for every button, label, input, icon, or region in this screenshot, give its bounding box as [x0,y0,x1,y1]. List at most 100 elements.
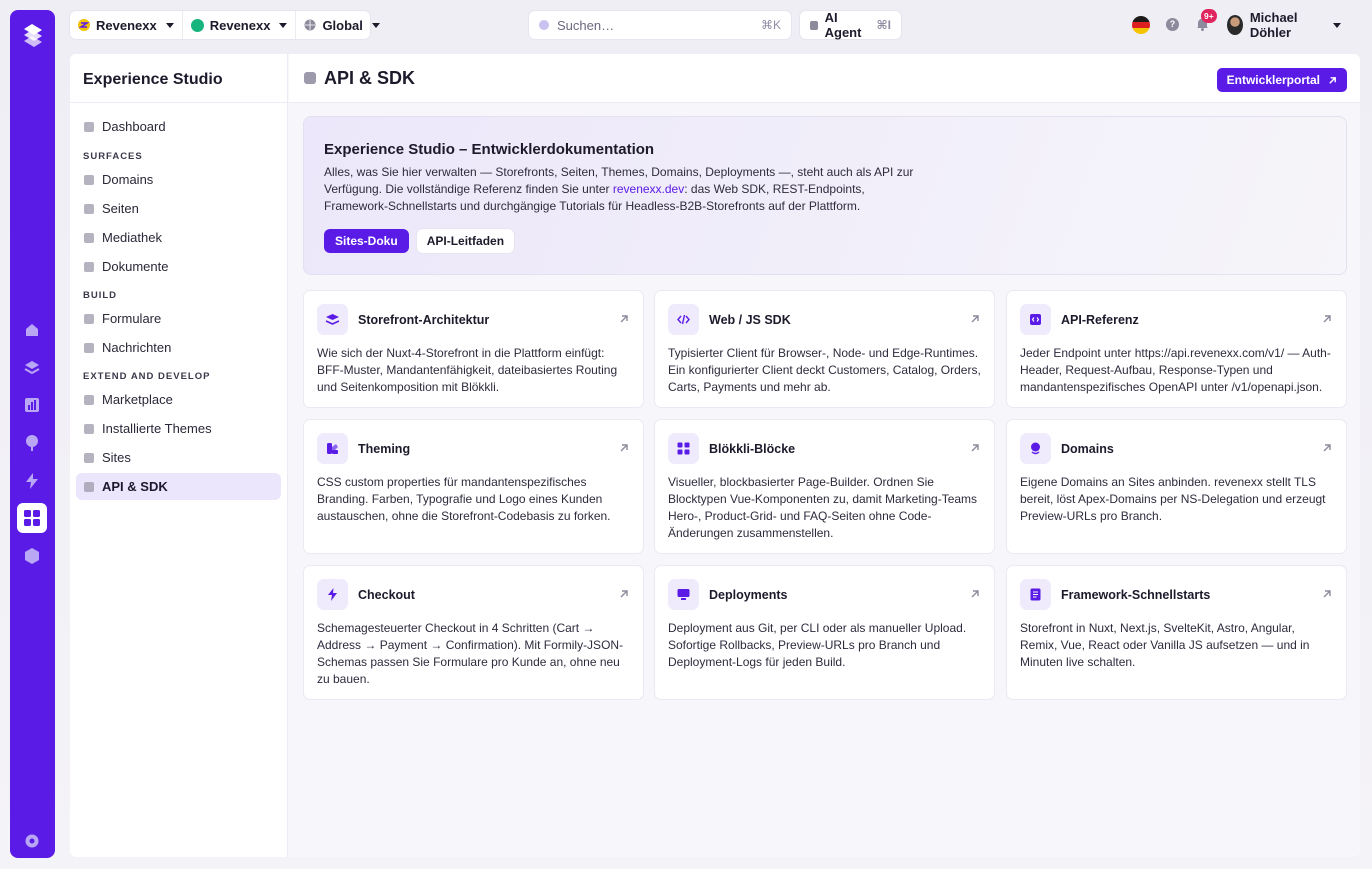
ai-agent-label: AI Agent [824,10,862,40]
location-pin-icon [1020,433,1051,464]
doc-card-theming[interactable]: Theming CSS custom properties für mandan… [303,419,644,554]
pages-icon [84,203,94,214]
search-icon [539,20,549,30]
ai-agent-icon [810,20,818,30]
card-description: Eigene Domains an Sites anbinden. revene… [1020,475,1326,523]
sidebar-item-label: Dokumente [102,259,169,274]
avatar [1227,15,1243,35]
code-file-icon [1020,304,1051,335]
code-brackets-icon [668,304,699,335]
app-logo-icon[interactable] [18,20,48,50]
docs-link[interactable]: revenexx.dev [613,182,684,196]
code-icon [84,481,94,492]
monitor-icon [668,579,699,610]
doc-card-domains[interactable]: Domains Eigene Domains an Sites anbinden… [1006,419,1347,554]
sidebar-item-dokumente[interactable]: Dokumente [76,253,281,280]
external-link-icon [620,315,628,323]
region-name: Global [322,17,363,33]
sidebar-item-nachrichten[interactable]: Nachrichten [76,334,281,361]
context-switcher: Revenexx Revenexx Global [70,11,380,39]
sidebar-item-seiten[interactable]: Seiten [76,195,281,222]
project-selector[interactable]: Revenexx [181,11,296,39]
sidebar-item-label: API & SDK [102,479,168,494]
marketplace-icon [84,394,94,405]
section-label-build: BUILD [83,290,118,301]
ai-agent-button[interactable]: AI Agent ⌘I [800,10,901,40]
media-icon [84,232,94,243]
sidebar-item-sites[interactable]: Sites [76,444,281,471]
sidebar-item-label: Sites [102,450,131,465]
user-menu[interactable]: Michael Döhler [1221,10,1347,40]
org-selector[interactable]: Revenexx [70,11,182,39]
external-link-icon [620,444,628,452]
card-title: Web / JS SDK [709,312,791,327]
theme-icon [84,423,94,434]
layers-icon [317,304,348,335]
api-guide-button[interactable]: API-Leitfaden [416,229,515,253]
card-title: Blökkli-Blöcke [709,441,796,456]
blocks-grid-icon [668,433,699,464]
layers-icon[interactable] [17,353,47,383]
settings-gear-icon[interactable] [17,826,47,856]
org-name: Revenexx [96,17,157,33]
main-panel: Experience Studio Dashboard SURFACES Dom… [70,54,1360,857]
code-icon [304,72,316,84]
region-selector[interactable]: Global [295,11,387,39]
card-description: Storefront in Nuxt, Next.js, SvelteKit, … [1020,621,1310,669]
doc-card-storefront-architektur[interactable]: Storefront-Architektur Wie sich der Nuxt… [303,290,644,408]
doc-card-deployments[interactable]: Deployments Deployment aus Git, per CLI … [654,565,995,700]
external-link-icon [620,590,628,598]
card-description: Wie sich der Nuxt-4-Storefront in die Pl… [317,346,618,394]
pin-icon[interactable] [17,428,47,458]
sidebar-item-domains[interactable]: Domains [76,166,281,193]
language-flag-de-icon[interactable] [1132,16,1150,34]
cube-icon[interactable] [17,541,47,571]
dashboard-icon [84,121,94,132]
external-link-icon [1323,590,1331,598]
sidebar-item-formulare[interactable]: Formulare [76,305,281,332]
document-lines-icon [1020,579,1051,610]
external-link-icon [1323,444,1331,452]
doc-card-framework-schnellstarts[interactable]: Framework-Schnellstarts Storefront in Nu… [1006,565,1347,700]
card-title: Domains [1061,441,1114,456]
sites-docs-button[interactable]: Sites-Doku [324,229,409,253]
sidebar-title: Experience Studio [70,54,287,103]
sidebar-item-label: Dashboard [102,119,166,134]
sidebar-item-themes[interactable]: Installierte Themes [76,415,281,442]
card-title: Framework-Schnellstarts [1061,587,1211,602]
analytics-icon[interactable] [17,390,47,420]
doc-card-bloekkli-bloecke[interactable]: Blökkli-Blöcke Visueller, blockbasierter… [654,419,995,554]
section-label-extend: EXTEND AND DEVELOP [83,371,211,382]
sidebar-item-dashboard[interactable]: Dashboard [76,113,281,140]
top-bar: Revenexx Revenexx Global Suchen… ⌘K AI A… [70,9,1348,40]
external-link-icon [971,444,979,452]
home-icon[interactable] [17,315,47,345]
external-link-icon [1323,315,1331,323]
sidebar-item-mediathek[interactable]: Mediathek [76,224,281,251]
apps-grid-icon[interactable] [17,503,47,533]
doc-card-checkout[interactable]: Checkout Schemagesteuerter Checkout in 4… [303,565,644,700]
developer-portal-button[interactable]: Entwicklerportal [1216,68,1347,92]
hero-title: Experience Studio – Entwicklerdokumentat… [324,141,655,158]
card-description: Deployment aus Git, per CLI oder als man… [668,621,967,669]
bolt-icon[interactable] [17,466,47,496]
card-title: Checkout [358,587,415,602]
doc-card-api-referenz[interactable]: API-Referenz Jeder Endpoint unter https:… [1006,290,1347,408]
sidebar-item-marketplace[interactable]: Marketplace [76,386,281,413]
org-logo-icon [78,19,90,31]
sidebar-item-api-sdk[interactable]: API & SDK [76,473,281,500]
search-input[interactable]: Suchen… ⌘K [529,11,791,39]
form-icon [84,313,94,324]
doc-card-web-js-sdk[interactable]: Web / JS SDK Typisierter Client für Brow… [654,290,995,408]
page-title: API & SDK [324,67,416,88]
sidebar-item-label: Mediathek [102,230,162,245]
project-name: Revenexx [209,17,271,33]
external-link-icon [971,315,979,323]
help-icon[interactable]: ? [1166,18,1179,31]
globe-icon [304,19,316,31]
chevron-down-icon [165,22,174,28]
card-description: Jeder Endpoint unter https://api.revenex… [1020,346,1331,394]
notification-badge: 9+ [1201,9,1217,23]
sidebar-item-label: Marketplace [102,392,173,407]
docs-hero: Experience Studio – Entwicklerdokumentat… [303,116,1347,275]
